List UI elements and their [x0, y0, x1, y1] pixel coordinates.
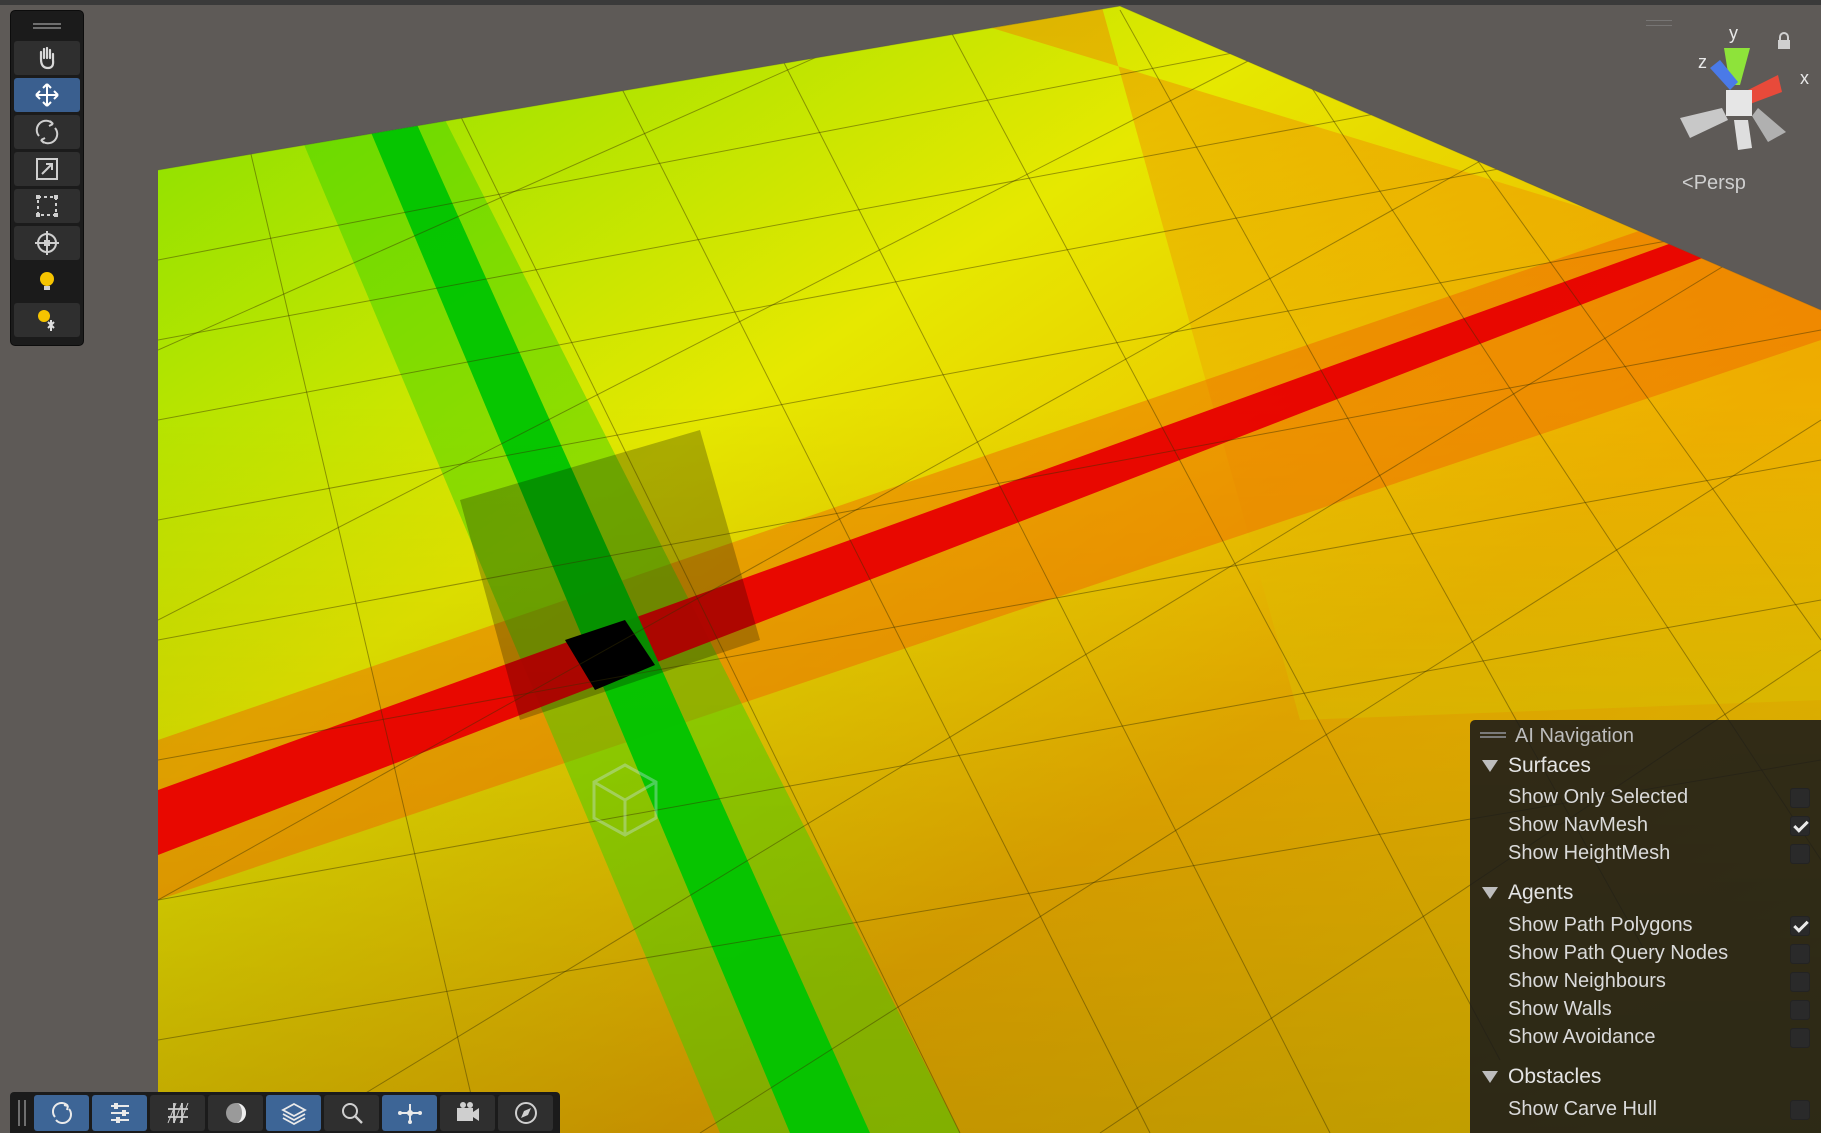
- option-show-navmesh[interactable]: Show NavMesh: [1470, 812, 1821, 840]
- option-label: Show Avoidance: [1508, 1026, 1656, 1048]
- ai-navigation-toggle-button[interactable]: [382, 1095, 437, 1131]
- option-show-avoidance[interactable]: Show Avoidance: [1470, 1024, 1821, 1052]
- option-label: Show Neighbours: [1508, 970, 1666, 992]
- option-show-path-polygons[interactable]: Show Path Polygons: [1470, 912, 1821, 940]
- shading-icon: [225, 1103, 246, 1123]
- panel-grip-icon[interactable]: [33, 23, 61, 29]
- gizmos-toggle-button[interactable]: [498, 1095, 553, 1131]
- section-label: Surfaces: [1508, 754, 1591, 777]
- projection-toggle[interactable]: <Persp: [1682, 172, 1746, 195]
- show-only-selected-checkbox[interactable]: [1790, 788, 1810, 808]
- scale-tool-button[interactable]: [14, 152, 80, 186]
- section-agents[interactable]: Agents: [1470, 880, 1821, 910]
- neg-z-cone-icon: [1752, 108, 1786, 142]
- navmesh-icon: [397, 1104, 422, 1124]
- neg-x-cone-icon: [1680, 108, 1728, 138]
- layers-toggle-button[interactable]: [266, 1095, 321, 1131]
- option-label: Show Path Polygons: [1508, 914, 1693, 936]
- option-show-carve-hull[interactable]: Show Carve Hull: [1470, 1096, 1821, 1124]
- light-icon: [40, 272, 54, 290]
- show-path-polygons-checkbox[interactable]: [1790, 916, 1810, 936]
- scene-refresh-button[interactable]: [34, 1095, 89, 1131]
- move-tool-button[interactable]: [14, 78, 80, 112]
- collapse-caret-icon[interactable]: [1482, 887, 1498, 899]
- compass-icon: [514, 1102, 537, 1124]
- option-show-neighbours[interactable]: Show Neighbours: [1470, 968, 1821, 996]
- ai-navigation-header[interactable]: AI Navigation: [1470, 720, 1821, 752]
- transform-icon: [35, 231, 59, 255]
- lock-icon[interactable]: [1776, 32, 1792, 50]
- camera-icon: [456, 1102, 479, 1121]
- rect-tool-button[interactable]: [14, 189, 80, 223]
- ai-navigation-panel: AI Navigation Surfaces Show Only Selecte…: [1470, 720, 1821, 1133]
- axis-x-label: x: [1800, 68, 1809, 88]
- option-label: Show Only Selected: [1508, 786, 1689, 808]
- show-avoidance-checkbox[interactable]: [1790, 1028, 1810, 1048]
- show-neighbours-checkbox[interactable]: [1790, 972, 1810, 992]
- sliders-icon: [110, 1103, 129, 1123]
- layers-icon: [280, 1102, 307, 1126]
- panel-grip-icon[interactable]: [1480, 732, 1506, 738]
- toolbar-grip-icon[interactable]: [18, 1100, 26, 1126]
- show-heightmesh-checkbox[interactable]: [1790, 844, 1810, 864]
- light-toggle-button[interactable]: [14, 265, 80, 299]
- rect-icon: [36, 195, 58, 217]
- option-label: Show HeightMesh: [1508, 842, 1671, 864]
- hand-icon: [39, 46, 55, 70]
- section-obstacles[interactable]: Obstacles: [1470, 1064, 1821, 1094]
- view-options-toolbar: [10, 1092, 560, 1133]
- option-show-path-query-nodes[interactable]: Show Path Query Nodes: [1470, 940, 1821, 968]
- section-surfaces[interactable]: Surfaces: [1470, 753, 1821, 783]
- option-label: Show Carve Hull: [1508, 1098, 1657, 1120]
- window-top-edge: [0, 0, 1821, 5]
- scene-settings-button[interactable]: [92, 1095, 147, 1131]
- option-label: Show Path Query Nodes: [1508, 942, 1729, 964]
- camera-settings-button[interactable]: [440, 1095, 495, 1131]
- light-probe-icon: [38, 310, 55, 331]
- grid-icon: [167, 1102, 188, 1124]
- option-label: Show NavMesh: [1508, 814, 1649, 836]
- section-label: Obstacles: [1508, 1065, 1602, 1088]
- move-icon: [35, 83, 59, 107]
- axis-z-label: z: [1698, 52, 1707, 72]
- search-icon: [341, 1103, 363, 1124]
- rotate-tool-button[interactable]: [14, 115, 80, 149]
- section-label: Agents: [1508, 881, 1574, 904]
- gizmo-center-cube: [1726, 90, 1752, 116]
- neg-y-cone-icon: [1734, 120, 1752, 150]
- projection-label: Persp: [1693, 172, 1746, 194]
- show-carve-hull-checkbox[interactable]: [1790, 1100, 1810, 1120]
- projection-arrow-icon: <: [1682, 172, 1694, 194]
- option-show-only-selected[interactable]: Show Only Selected: [1470, 784, 1821, 812]
- transform-tool-button[interactable]: [14, 226, 80, 260]
- shading-mode-button[interactable]: [208, 1095, 263, 1131]
- show-path-query-nodes-checkbox[interactable]: [1790, 944, 1810, 964]
- option-label: Show Walls: [1508, 998, 1612, 1020]
- show-navmesh-checkbox[interactable]: [1790, 816, 1810, 836]
- scale-icon: [36, 158, 58, 180]
- grid-toggle-button[interactable]: [150, 1095, 205, 1131]
- option-show-heightmesh[interactable]: Show HeightMesh: [1470, 840, 1821, 868]
- rotate-icon: [35, 119, 59, 145]
- collapse-caret-icon[interactable]: [1482, 1071, 1498, 1083]
- hand-tool-button[interactable]: [14, 41, 80, 75]
- panel-title: AI Navigation: [1515, 725, 1634, 747]
- light-probe-tool-button[interactable]: [14, 303, 80, 337]
- collapse-caret-icon[interactable]: [1482, 760, 1498, 772]
- refresh-icon: [51, 1102, 72, 1124]
- show-walls-checkbox[interactable]: [1790, 1000, 1810, 1020]
- tools-overlay: [10, 10, 84, 346]
- search-button[interactable]: [324, 1095, 379, 1131]
- axis-y-label: y: [1729, 23, 1738, 43]
- option-show-walls[interactable]: Show Walls: [1470, 996, 1821, 1024]
